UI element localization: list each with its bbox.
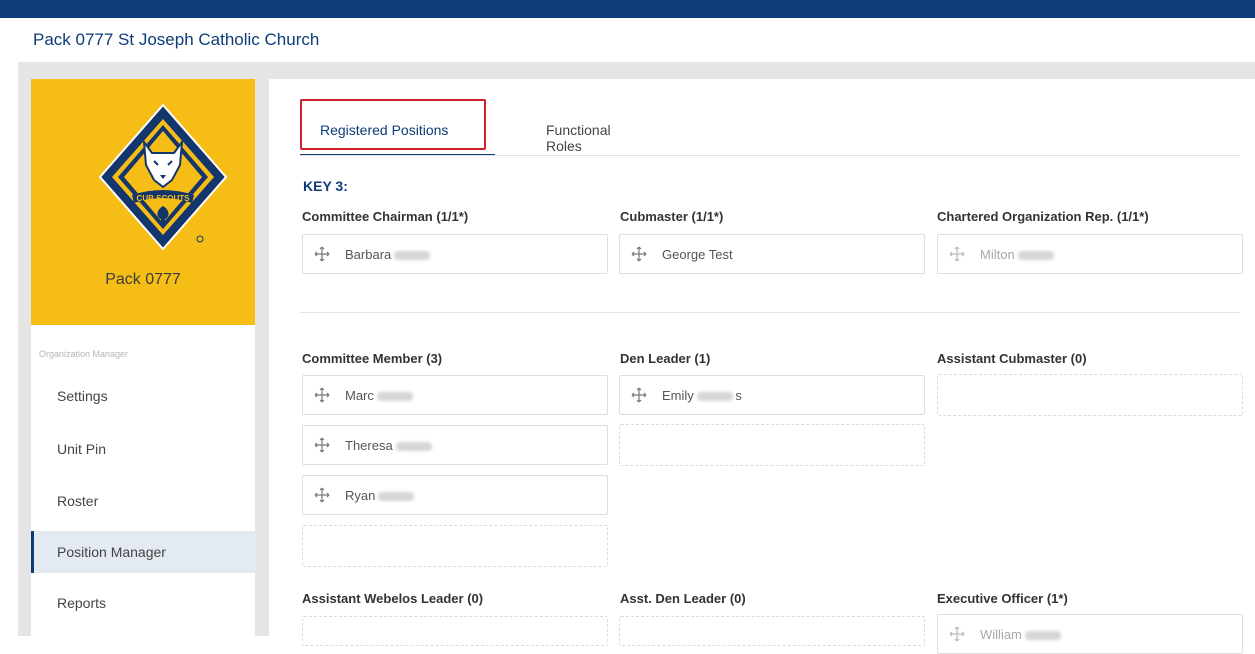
sidebar-item-settings[interactable]: Settings (31, 375, 255, 417)
member-slot[interactable]: Theresa (302, 425, 608, 465)
position-label: Den Leader (1) (620, 351, 711, 366)
sidebar-item-position-manager[interactable]: Position Manager (31, 531, 255, 573)
move-icon[interactable] (312, 435, 332, 455)
cub-scouts-badge-icon: CUB SCOUTS (98, 103, 228, 251)
sidebar-item-unit-pin[interactable]: Unit Pin (31, 428, 255, 470)
move-icon[interactable] (629, 385, 649, 405)
redacted-surname (394, 251, 431, 261)
member-name: Theresa (345, 438, 393, 453)
redacted-surname (1017, 251, 1054, 261)
empty-drop-slot[interactable] (937, 374, 1243, 416)
tab-label: Functional Roles (546, 122, 611, 154)
position-label: Asst. Den Leader (0) (620, 591, 746, 606)
member-slot[interactable]: Emily s (619, 375, 925, 415)
unit-name: Pack 0777 (105, 271, 181, 288)
empty-drop-slot[interactable] (619, 424, 925, 466)
sidebar-item-label: Unit Pin (57, 441, 107, 457)
tab-divider (300, 155, 1240, 156)
member-name: Barbara (345, 247, 392, 262)
page-title: Pack 0777 St Joseph Catholic Church (33, 30, 320, 49)
position-label: Chartered Organization Rep. (1/1*) (937, 209, 1149, 224)
sidebar-item-label: Settings (57, 388, 108, 404)
empty-drop-slot[interactable] (302, 525, 608, 567)
member-slot[interactable]: George Test (619, 234, 925, 274)
member-slot[interactable]: Barbara (302, 234, 608, 274)
unit-logo-panel: CUB SCOUTS Pack 0777 (31, 79, 255, 325)
move-icon[interactable] (947, 244, 967, 264)
badge-lettering: CUB SCOUTS (137, 194, 191, 203)
position-label: Cubmaster (1/1*) (620, 209, 724, 224)
move-icon[interactable] (947, 624, 967, 644)
position-label: Committee Chairman (1/1*) (302, 209, 469, 224)
move-icon[interactable] (312, 485, 332, 505)
top-bar (0, 0, 1255, 18)
member-name: George Test (662, 247, 733, 262)
member-slot[interactable]: Marc (302, 375, 608, 415)
unit-header: Pack 0777 St Joseph Catholic Church (0, 18, 1255, 62)
empty-drop-slot[interactable] (302, 616, 608, 646)
position-label: Assistant Webelos Leader (0) (302, 591, 484, 606)
position-label: Assistant Cubmaster (0) (937, 351, 1087, 366)
position-label: Executive Officer (1*) (937, 591, 1068, 606)
member-name: Emily (662, 388, 694, 403)
redacted-surname (376, 392, 413, 402)
redacted-surname (697, 392, 734, 402)
sidebar: Organization Manager Settings Unit Pin R… (31, 325, 255, 636)
redacted-surname (395, 442, 432, 452)
section-divider (300, 312, 1240, 313)
member-name: Marc (345, 388, 374, 403)
sidebar-item-roster[interactable]: Roster (31, 480, 255, 522)
redacted-surname (378, 492, 415, 502)
section-heading-key3: KEY 3: (303, 178, 348, 194)
member-slot[interactable]: Ryan (302, 475, 608, 515)
member-name: Ryan (345, 488, 376, 503)
sidebar-item-reports[interactable]: Reports (31, 582, 255, 624)
move-icon[interactable] (312, 244, 332, 264)
member-slot[interactable]: William (937, 614, 1243, 654)
tab-focus-highlight (300, 99, 486, 150)
member-slot[interactable]: Milton (937, 234, 1243, 274)
sidebar-item-label: Position Manager (57, 544, 166, 560)
move-icon[interactable] (312, 385, 332, 405)
position-label: Committee Member (3) (302, 351, 443, 366)
member-name: William (980, 627, 1022, 642)
sidebar-item-label: Reports (57, 595, 107, 611)
member-name-suffix: s (735, 388, 742, 403)
sidebar-item-label: Roster (57, 493, 99, 509)
empty-drop-slot[interactable] (619, 616, 925, 646)
sidebar-heading: Organization Manager (39, 349, 129, 359)
move-icon[interactable] (629, 244, 649, 264)
member-name: Milton (980, 247, 1015, 262)
